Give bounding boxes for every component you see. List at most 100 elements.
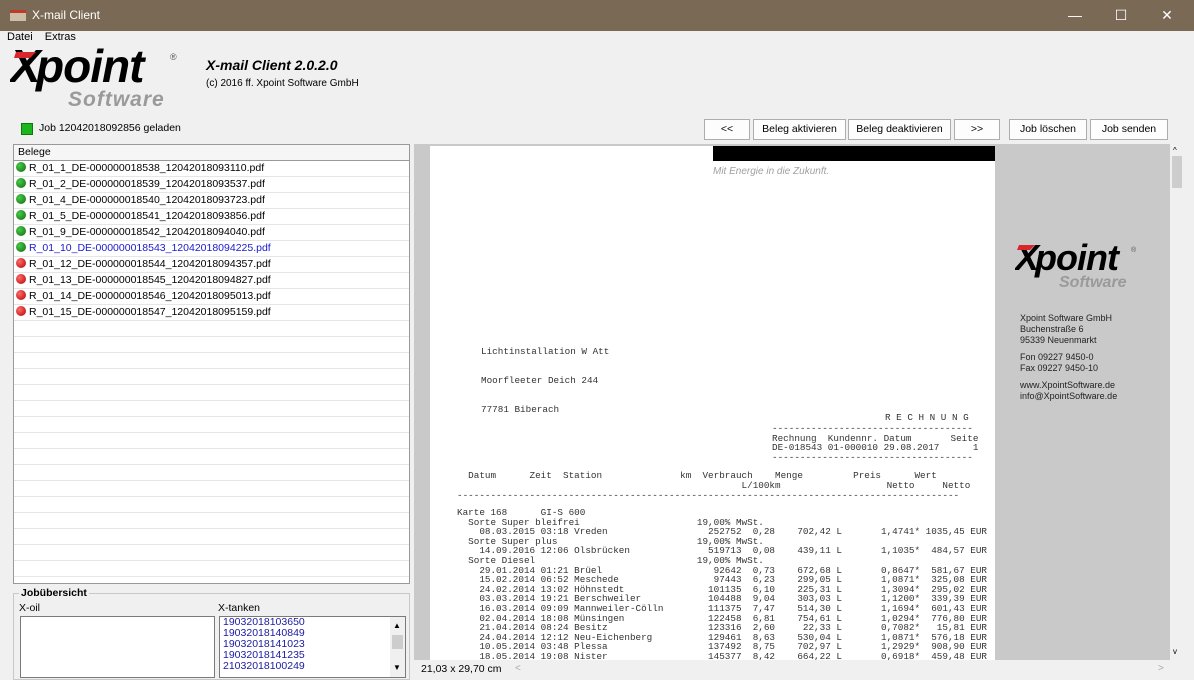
status-error-icon xyxy=(16,290,26,300)
company-fon: Fon 09227 9450-0 xyxy=(1020,352,1094,362)
scroll-up-icon[interactable]: ▲ xyxy=(393,621,401,630)
svg-text:point: point xyxy=(34,46,146,92)
beleg-filename: R_01_2_DE-000000018539_12042018093537.pd… xyxy=(29,178,265,190)
status-ok-icon xyxy=(16,210,26,220)
xtanken-item[interactable]: 21032018100249 xyxy=(220,661,405,672)
recipient-line: 77781 Biberach xyxy=(481,403,560,415)
company-name: Xpoint Software GmbH xyxy=(1020,313,1113,323)
maximize-button[interactable]: ☐ xyxy=(1098,0,1144,31)
svg-text:®: ® xyxy=(170,52,177,62)
status-ok-icon xyxy=(16,178,26,188)
beleg-row[interactable]: R_01_13_DE-000000018545_12042018094827.p… xyxy=(14,273,409,289)
empty-row xyxy=(14,497,409,513)
beleg-filename: R_01_10_DE-000000018543_12042018094225.p… xyxy=(29,242,271,254)
beleg-filename: R_01_12_DE-000000018544_12042018094357.p… xyxy=(29,258,271,270)
empty-row xyxy=(14,385,409,401)
beleg-row[interactable]: R_01_14_DE-000000018546_12042018095013.p… xyxy=(14,289,409,305)
beleg-filename: R_01_9_DE-000000018542_12042018094040.pd… xyxy=(29,226,265,238)
xtanken-list[interactable]: 19032018103650 19032018140849 1903201814… xyxy=(219,616,406,678)
beleg-row[interactable]: R_01_15_DE-000000018547_12042018095159.p… xyxy=(14,305,409,321)
beleg-row[interactable]: R_01_12_DE-000000018544_12042018094357.p… xyxy=(14,257,409,273)
scroll-left-icon[interactable]: < xyxy=(515,663,521,674)
recipient-line: Moorfleeter Deich 244 xyxy=(481,374,599,386)
xpoint-logo: X point ® Software xyxy=(7,40,185,111)
window-title: X-mail Client xyxy=(32,8,101,22)
beleg-row[interactable]: R_01_9_DE-000000018542_12042018094040.pd… xyxy=(14,225,409,241)
scroll-up-icon[interactable]: ^ xyxy=(1173,146,1177,155)
status-text: Job 12042018092856 geladen xyxy=(39,122,181,134)
close-button[interactable]: ✕ xyxy=(1144,0,1190,31)
empty-row xyxy=(14,369,409,385)
svg-text:Software: Software xyxy=(68,88,165,110)
recipient-address: Lichtinstallation W Att Moorfleeter Deic… xyxy=(481,328,609,424)
company-city: 95339 Neuenmarkt xyxy=(1020,335,1097,345)
app-title: X-mail Client 2.0.2.0 xyxy=(206,57,338,73)
empty-row xyxy=(14,449,409,465)
status-error-icon xyxy=(16,274,26,284)
invoice-table-header: Datum Zeit Station km Verbrauch Menge Pr… xyxy=(468,470,971,491)
empty-row xyxy=(14,529,409,545)
company-fax: Fax 09227 9450-10 xyxy=(1020,363,1099,373)
app-copyright: (c) 2016 ff. Xpoint Software GmbH xyxy=(206,78,359,89)
company-address: Xpoint Software GmbH Buchenstraße 6 9533… xyxy=(1020,313,1117,402)
status-indicator xyxy=(21,123,33,135)
beleg-row[interactable]: R_01_5_DE-000000018541_12042018093856.pd… xyxy=(14,209,409,225)
scroll-right-icon[interactable]: > xyxy=(1158,663,1164,674)
beleg-filename: R_01_14_DE-000000018546_12042018095013.p… xyxy=(29,290,271,302)
preview-bottom-bar xyxy=(414,660,1184,680)
beleg-row[interactable]: R_01_2_DE-000000018539_12042018093537.pd… xyxy=(14,177,409,193)
scroll-down-icon[interactable]: ▼ xyxy=(393,663,401,672)
status-ok-icon xyxy=(16,162,26,172)
beleg-filename: R_01_1_DE-000000018538_12042018093110.pd… xyxy=(29,162,265,174)
delete-job-button[interactable]: Job löschen xyxy=(1009,119,1087,140)
status-error-icon xyxy=(16,258,26,268)
beleg-filename: R_01_15_DE-000000018547_12042018095159.p… xyxy=(29,306,271,318)
xoil-label: X-oil xyxy=(19,602,41,614)
preview-scroll-thumb[interactable] xyxy=(1172,156,1182,188)
activate-beleg-button[interactable]: Beleg aktivieren xyxy=(753,119,846,140)
invoice-lines: Karte 168 GI-S 600 Sorte Super bleifrei … xyxy=(457,508,987,662)
preview-vertical-scrollbar[interactable]: ^ v xyxy=(1170,144,1184,660)
page-size-label: 21,03 x 29,70 cm xyxy=(421,663,502,675)
beleg-filename: R_01_13_DE-000000018545_12042018094827.p… xyxy=(29,274,271,286)
minimize-button[interactable]: — xyxy=(1052,0,1098,31)
page-header-bar xyxy=(713,146,995,161)
prev-button[interactable]: << xyxy=(704,119,750,140)
next-button[interactable]: >> xyxy=(954,119,1000,140)
belege-list[interactable]: Belege R_01_1_DE-000000018538_1204201809… xyxy=(13,144,410,584)
svg-text:®: ® xyxy=(1131,246,1137,254)
empty-row xyxy=(14,545,409,561)
belege-column-header[interactable]: Belege xyxy=(14,145,409,161)
status-ok-icon xyxy=(16,226,26,236)
title-bar: X-mail Client — ☐ ✕ xyxy=(0,0,1194,31)
menu-bar: Datei Extras xyxy=(0,31,1194,47)
menu-datei[interactable]: Datei xyxy=(7,31,33,43)
belege-rows: R_01_1_DE-000000018538_12042018093110.pd… xyxy=(14,161,409,583)
page-slogan: Mit Energie in die Zukunft. xyxy=(713,166,830,177)
scroll-thumb[interactable] xyxy=(392,635,403,649)
send-job-button[interactable]: Job senden xyxy=(1090,119,1168,140)
app-icon xyxy=(10,10,26,21)
empty-row xyxy=(14,433,409,449)
company-street: Buchenstraße 6 xyxy=(1020,324,1084,334)
scroll-down-icon[interactable]: v xyxy=(1173,647,1177,656)
invoice-divider: ----------------------------------------… xyxy=(457,490,960,501)
page-logo: X point ® Software xyxy=(1013,237,1145,300)
svg-text:Software: Software xyxy=(1059,274,1127,291)
xoil-list[interactable] xyxy=(20,616,215,678)
empty-row xyxy=(14,321,409,337)
empty-row xyxy=(14,577,409,583)
beleg-row[interactable]: R_01_4_DE-000000018540_12042018093723.pd… xyxy=(14,193,409,209)
status-ok-icon xyxy=(16,242,26,252)
beleg-row[interactable]: R_01_10_DE-000000018543_12042018094225.p… xyxy=(14,241,409,257)
beleg-filename: R_01_4_DE-000000018540_12042018093723.pd… xyxy=(29,194,265,206)
empty-row xyxy=(14,353,409,369)
empty-row xyxy=(14,337,409,353)
company-web: www.XpointSoftware.de xyxy=(1020,380,1116,390)
menu-extras[interactable]: Extras xyxy=(45,31,76,43)
deactivate-beleg-button[interactable]: Beleg deaktivieren xyxy=(848,119,951,140)
beleg-row[interactable]: R_01_1_DE-000000018538_12042018093110.pd… xyxy=(14,161,409,177)
xtanken-label: X-tanken xyxy=(218,602,261,614)
xtanken-scrollbar[interactable]: ▲ ▼ xyxy=(390,617,405,677)
empty-row xyxy=(14,513,409,529)
